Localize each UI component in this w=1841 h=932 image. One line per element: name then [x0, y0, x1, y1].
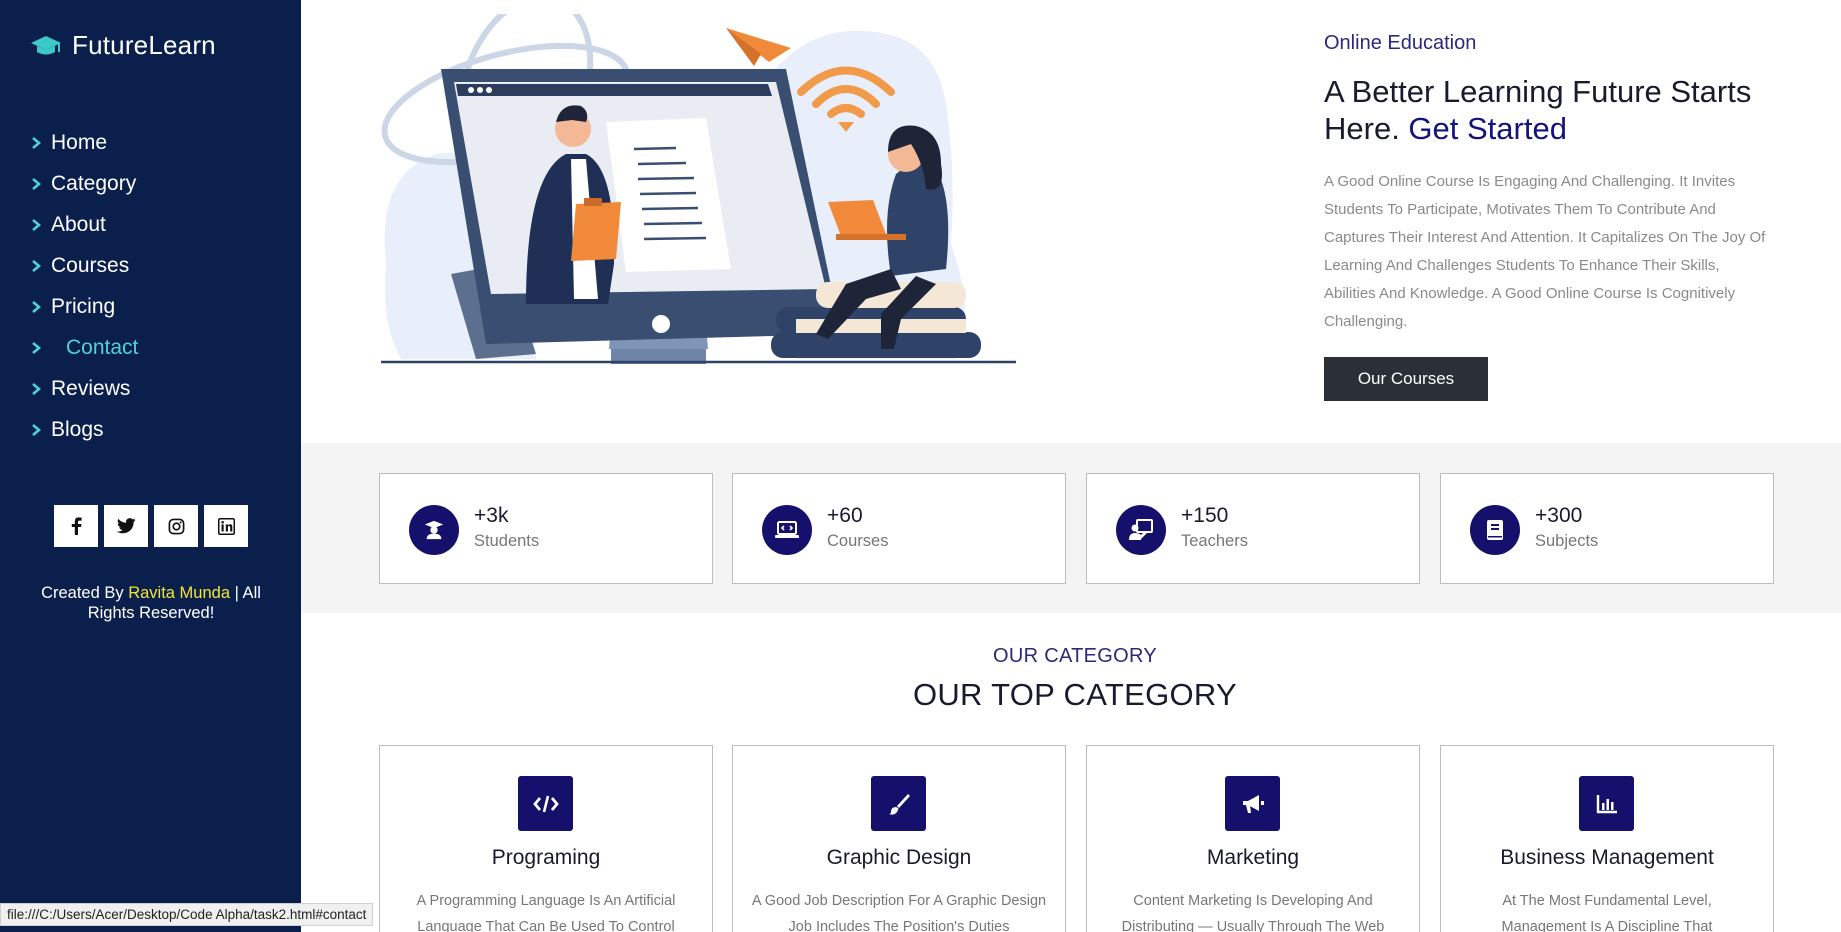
nav-item-about[interactable]: About	[30, 204, 138, 245]
credits-prefix: Created By	[41, 584, 129, 602]
category-card-programing[interactable]: Programing A Programming Language Is An …	[379, 745, 713, 932]
stat-label: Students	[474, 532, 540, 550]
stat-card-subjects: +300 Subjects	[1440, 473, 1774, 584]
chevron-right-icon	[32, 382, 42, 395]
chevron-right-icon	[32, 177, 42, 190]
category-description: A Good Job Description For A Graphic Des…	[751, 893, 1047, 932]
paint-brush-icon	[871, 776, 926, 831]
main-content: Online Education A Better Learning Futur…	[301, 0, 1841, 932]
category-title: Marketing	[1206, 846, 1300, 869]
nav-label: Blogs	[51, 417, 104, 441]
category-description: A Programming Language Is An Artificial …	[416, 893, 676, 932]
stat-card-courses: +60 Courses	[732, 473, 1066, 584]
nav-item-contact[interactable]: Contact	[30, 327, 138, 368]
nav-label: About	[51, 212, 106, 236]
stat-label: Teachers	[1181, 532, 1248, 550]
nav-label: Contact	[66, 335, 139, 359]
category-card-graphic-design[interactable]: Graphic Design A Good Job Description Fo…	[732, 745, 1066, 932]
category-eyebrow: OUR CATEGORY	[993, 645, 1157, 667]
sidebar: FutureLearn Home Category About Courses …	[0, 0, 301, 932]
teacher-icon	[1116, 505, 1166, 555]
twitter-icon	[116, 518, 136, 534]
code-icon	[518, 776, 573, 831]
credits-author: Ravita Munda	[128, 584, 231, 602]
chevron-right-icon	[32, 300, 42, 313]
stat-value: +3k	[474, 504, 509, 527]
category-card-marketing[interactable]: Marketing Content Marketing Is Developin…	[1086, 745, 1420, 932]
chart-bar-icon	[1579, 776, 1634, 831]
nav-item-blogs[interactable]: Blogs	[30, 409, 138, 450]
credits-text: Created By Ravita Munda | All Rights Res…	[20, 583, 282, 623]
hero-illustration	[381, 14, 1016, 364]
chevron-right-icon	[32, 136, 42, 149]
nav-item-courses[interactable]: Courses	[30, 245, 138, 286]
sidebar-nav: Home Category About Courses Pricing Cont…	[30, 122, 138, 450]
stats-band: +3k Students +60 Courses +150 Teachers +…	[301, 443, 1841, 613]
category-title: Programing	[491, 846, 601, 869]
stat-card-students: +3k Students	[379, 473, 713, 584]
laptop-code-icon	[762, 505, 812, 555]
stat-label: Courses	[827, 532, 889, 550]
nav-label: Reviews	[51, 376, 131, 400]
nav-label: Pricing	[51, 294, 116, 318]
nav-item-pricing[interactable]: Pricing	[30, 286, 138, 327]
category-description: At The Most Fundamental Level, Managemen…	[1501, 893, 1713, 932]
twitter-link[interactable]	[104, 505, 148, 547]
student-icon	[409, 505, 459, 555]
hero-description: A Good Online Course Is Engaging And Cha…	[1324, 173, 1766, 330]
facebook-icon	[71, 517, 82, 535]
category-title: OUR TOP CATEGORY	[912, 677, 1238, 712]
stat-value: +150	[1181, 504, 1229, 527]
stat-label: Subjects	[1535, 532, 1599, 550]
nav-item-category[interactable]: Category	[30, 163, 138, 204]
chevron-right-icon	[32, 218, 42, 231]
linkedin-icon	[217, 517, 235, 535]
nav-label: Home	[51, 130, 108, 154]
instagram-link[interactable]	[154, 505, 198, 547]
instagram-icon	[168, 518, 184, 534]
hero-eyebrow: Online Education	[1324, 32, 1477, 54]
chevron-right-icon	[32, 259, 42, 272]
stat-card-teachers: +150 Teachers	[1086, 473, 1420, 584]
category-card-business-management[interactable]: Business Management At The Most Fundamen…	[1440, 745, 1774, 932]
linkedin-link[interactable]	[204, 505, 248, 547]
hero-headline-accent: Get Started	[1408, 111, 1567, 146]
nav-label: Courses	[51, 253, 130, 277]
brand-name: FutureLearn	[72, 30, 216, 60]
category-description: Content Marketing Is Developing And Dist…	[1121, 893, 1385, 932]
category-title: Graphic Design	[826, 846, 972, 869]
stat-value: +60	[827, 504, 863, 527]
category-title: Business Management	[1500, 846, 1714, 869]
our-courses-button[interactable]: Our Courses	[1324, 357, 1488, 401]
nav-item-reviews[interactable]: Reviews	[30, 368, 138, 409]
nav-label: Category	[51, 171, 137, 195]
book-icon	[1470, 505, 1520, 555]
graduation-cap-icon	[31, 35, 61, 54]
brand-logo[interactable]: FutureLearn	[30, 30, 216, 61]
hero-headline: A Better Learning Future Starts Here. Ge…	[1324, 73, 1784, 147]
megaphone-icon	[1225, 776, 1280, 831]
facebook-link[interactable]	[54, 505, 98, 547]
hero-text: Online Education A Better Learning Futur…	[1324, 32, 1784, 401]
browser-status-url: file:///C:/Users/Acer/Desktop/Code Alpha…	[0, 903, 374, 926]
chevron-right-icon	[32, 341, 42, 354]
social-links	[54, 505, 248, 547]
chevron-right-icon	[32, 423, 42, 436]
stat-value: +300	[1535, 504, 1583, 527]
nav-item-home[interactable]: Home	[30, 122, 138, 163]
